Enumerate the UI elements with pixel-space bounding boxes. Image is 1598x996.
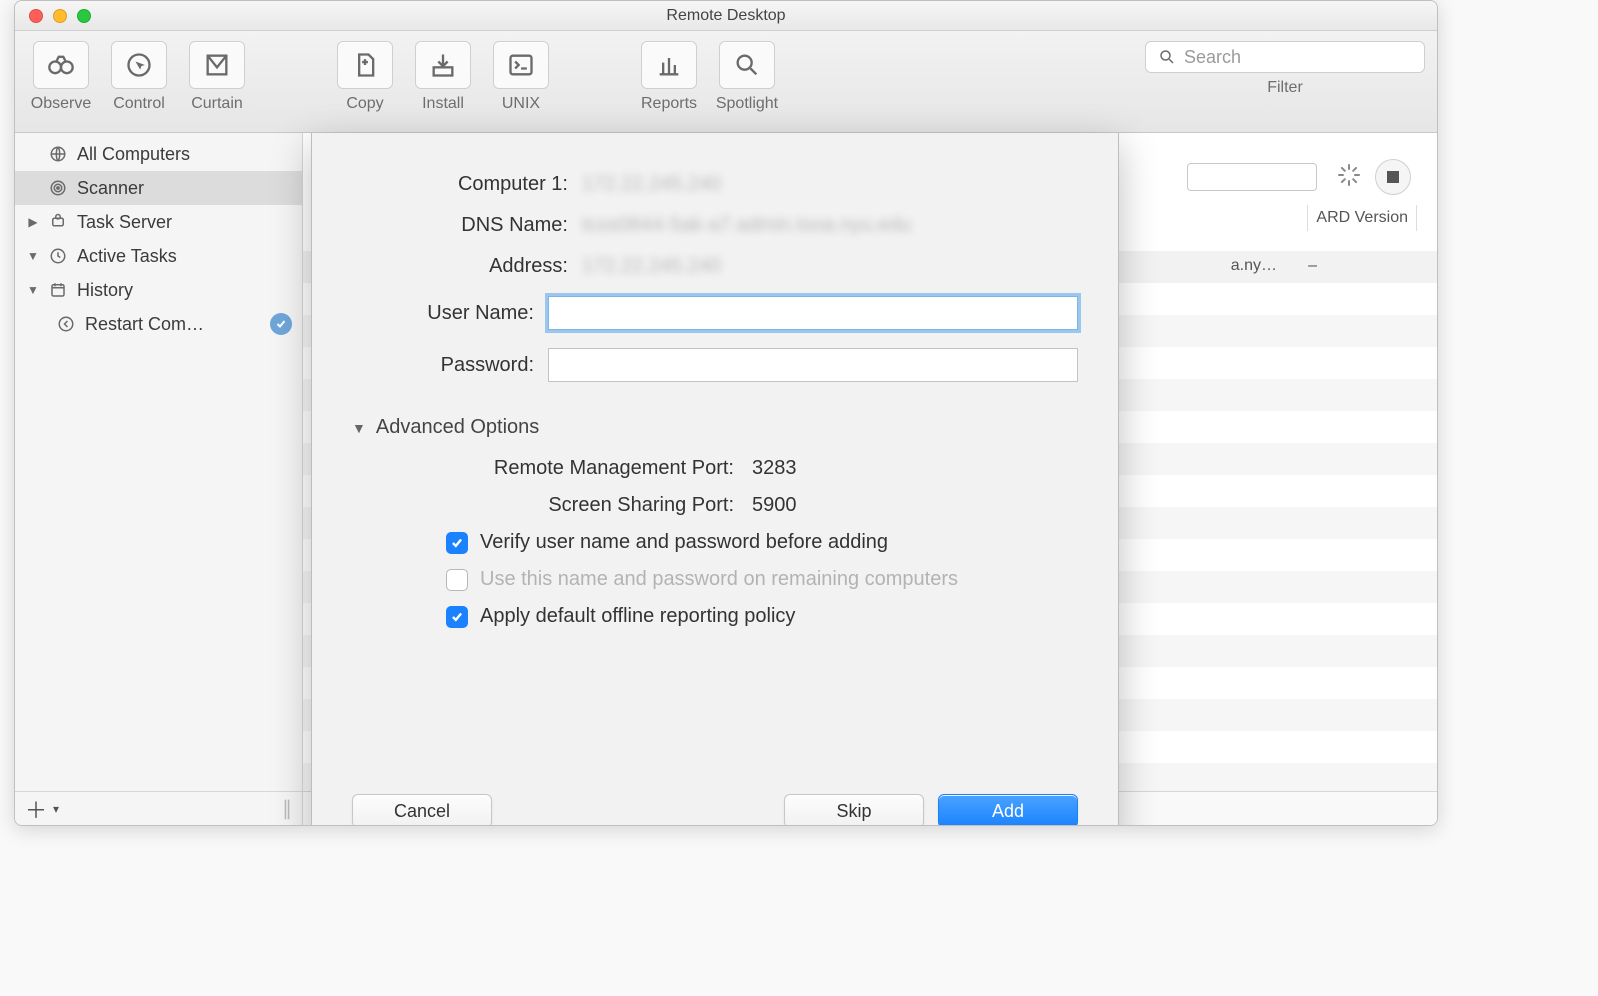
offline-checkbox-row[interactable]: Apply default offline reporting policy bbox=[446, 605, 1078, 628]
copy-icon bbox=[351, 51, 379, 79]
dns-name-label: DNS Name: bbox=[352, 214, 582, 237]
advanced-options-label: Advanced Options bbox=[376, 416, 539, 439]
address-value: 172.22.245.240 bbox=[582, 255, 1078, 278]
sidebar-footer: ＋ ▾ ∥ bbox=[15, 791, 302, 825]
unix-label: UNIX bbox=[502, 95, 540, 113]
sidebar: All Computers Scanner ▶ Task Server bbox=[15, 133, 303, 825]
curtain-icon bbox=[203, 51, 231, 79]
copy-label: Copy bbox=[346, 95, 383, 113]
spotlight-label: Spotlight bbox=[716, 95, 778, 113]
cursor-icon bbox=[125, 51, 153, 79]
computer1-value: 172.22.245.240 bbox=[582, 173, 1078, 196]
curtain-button[interactable] bbox=[189, 41, 245, 89]
spotlight-button[interactable] bbox=[719, 41, 775, 89]
sidebar-item-task-server[interactable]: ▶ Task Server bbox=[15, 205, 302, 239]
row-dns-fragment: a.ny… bbox=[1231, 257, 1277, 275]
curtain-label: Curtain bbox=[191, 95, 243, 113]
calendar-icon bbox=[47, 281, 69, 299]
scanner-address-input[interactable] bbox=[1187, 163, 1317, 191]
install-label: Install bbox=[422, 95, 464, 113]
column-header-ard-version[interactable]: ARD Version bbox=[1307, 205, 1417, 231]
sidebar-item-all-computers[interactable]: All Computers bbox=[15, 137, 302, 171]
cancel-button-label: Cancel bbox=[394, 801, 450, 822]
bar-chart-icon bbox=[655, 51, 683, 79]
reports-button[interactable] bbox=[641, 41, 697, 89]
advanced-options-toggle[interactable]: ▼ Advanced Options bbox=[352, 416, 1078, 439]
user-name-label: User Name: bbox=[352, 302, 548, 325]
cancel-button[interactable]: Cancel bbox=[352, 794, 492, 826]
remaining-checkbox-label: Use this name and password on remaining … bbox=[480, 568, 958, 591]
user-name-input[interactable] bbox=[548, 296, 1078, 330]
screen-port-value: 5900 bbox=[752, 494, 797, 517]
verify-checkbox[interactable] bbox=[446, 532, 468, 554]
add-button[interactable]: Add bbox=[938, 794, 1078, 826]
sidebar-item-active-tasks[interactable]: ▼ Active Tasks bbox=[15, 239, 302, 273]
filter-label: Filter bbox=[1267, 79, 1303, 97]
sidebar-item-label: Active Tasks bbox=[77, 246, 292, 267]
filter-search-input[interactable]: Search bbox=[1145, 41, 1425, 73]
offline-checkbox[interactable] bbox=[446, 606, 468, 628]
remote-port-value: 3283 bbox=[752, 457, 797, 480]
resize-handle-icon[interactable]: ∥ bbox=[282, 796, 292, 821]
success-badge-icon bbox=[270, 313, 292, 335]
progress-spinner-icon bbox=[1337, 163, 1361, 187]
sidebar-item-label: All Computers bbox=[77, 144, 292, 165]
reports-label: Reports bbox=[641, 95, 697, 113]
radar-icon bbox=[47, 179, 69, 197]
search-icon bbox=[1158, 48, 1176, 66]
add-button-label: Add bbox=[992, 801, 1024, 822]
observe-label: Observe bbox=[31, 95, 91, 113]
offline-checkbox-label: Apply default offline reporting policy bbox=[480, 605, 795, 628]
disclosure-down-icon[interactable]: ▼ bbox=[27, 283, 39, 297]
sidebar-item-label: Scanner bbox=[77, 178, 292, 199]
address-label: Address: bbox=[352, 255, 582, 278]
disclosure-down-icon: ▼ bbox=[352, 420, 366, 436]
screen-port-label: Screen Sharing Port: bbox=[352, 494, 752, 517]
filter-placeholder: Search bbox=[1184, 47, 1241, 68]
remaining-checkbox bbox=[446, 569, 468, 591]
remaining-checkbox-row: Use this name and password on remaining … bbox=[446, 568, 1078, 591]
sidebar-item-scanner[interactable]: Scanner bbox=[15, 171, 302, 205]
stop-icon bbox=[1387, 171, 1399, 183]
verify-checkbox-row[interactable]: Verify user name and password before add… bbox=[446, 531, 1078, 554]
disclosure-down-icon[interactable]: ▼ bbox=[27, 249, 39, 263]
install-icon bbox=[429, 51, 457, 79]
disclosure-right-icon[interactable]: ▶ bbox=[27, 215, 39, 229]
sidebar-item-restart-computers[interactable]: Restart Com… bbox=[15, 307, 302, 341]
window-title: Remote Desktop bbox=[15, 7, 1437, 25]
terminal-icon bbox=[507, 51, 535, 79]
password-label: Password: bbox=[352, 354, 548, 377]
add-list-menu-icon[interactable]: ▾ bbox=[53, 802, 59, 816]
main-window: Remote Desktop Observe Control Curtain bbox=[14, 0, 1438, 826]
sidebar-item-history[interactable]: ▼ History bbox=[15, 273, 302, 307]
observe-button[interactable] bbox=[33, 41, 89, 89]
toolbar: Observe Control Curtain Copy bbox=[15, 31, 1437, 133]
server-icon bbox=[47, 213, 69, 231]
verify-checkbox-label: Verify user name and password before add… bbox=[480, 531, 888, 554]
row-ard-version-value: – bbox=[1308, 257, 1317, 275]
skip-button-label: Skip bbox=[836, 801, 871, 822]
computer1-label: Computer 1: bbox=[352, 173, 582, 196]
search-icon bbox=[733, 51, 761, 79]
remote-port-label: Remote Management Port: bbox=[352, 457, 752, 480]
dns-name-value: tcos0844-5ak-a7.admin.tsoa.nyu.edu bbox=[582, 214, 1078, 237]
add-computer-sheet: Computer 1: 172.22.245.240 DNS Name: tco… bbox=[311, 133, 1119, 826]
install-button[interactable] bbox=[415, 41, 471, 89]
copy-button[interactable] bbox=[337, 41, 393, 89]
control-button[interactable] bbox=[111, 41, 167, 89]
add-list-button[interactable]: ＋ bbox=[25, 793, 47, 825]
stop-scan-button[interactable] bbox=[1375, 159, 1411, 195]
control-label: Control bbox=[113, 95, 165, 113]
password-input[interactable] bbox=[548, 348, 1078, 382]
sidebar-item-label: History bbox=[77, 280, 292, 301]
back-arrow-icon bbox=[55, 315, 77, 333]
sidebar-item-label: Task Server bbox=[77, 212, 292, 233]
globe-icon bbox=[47, 145, 69, 163]
unix-button[interactable] bbox=[493, 41, 549, 89]
skip-button[interactable]: Skip bbox=[784, 794, 924, 826]
sidebar-item-label: Restart Com… bbox=[85, 314, 262, 335]
binoculars-icon bbox=[47, 51, 75, 79]
titlebar: Remote Desktop bbox=[15, 1, 1437, 31]
clock-icon bbox=[47, 247, 69, 265]
